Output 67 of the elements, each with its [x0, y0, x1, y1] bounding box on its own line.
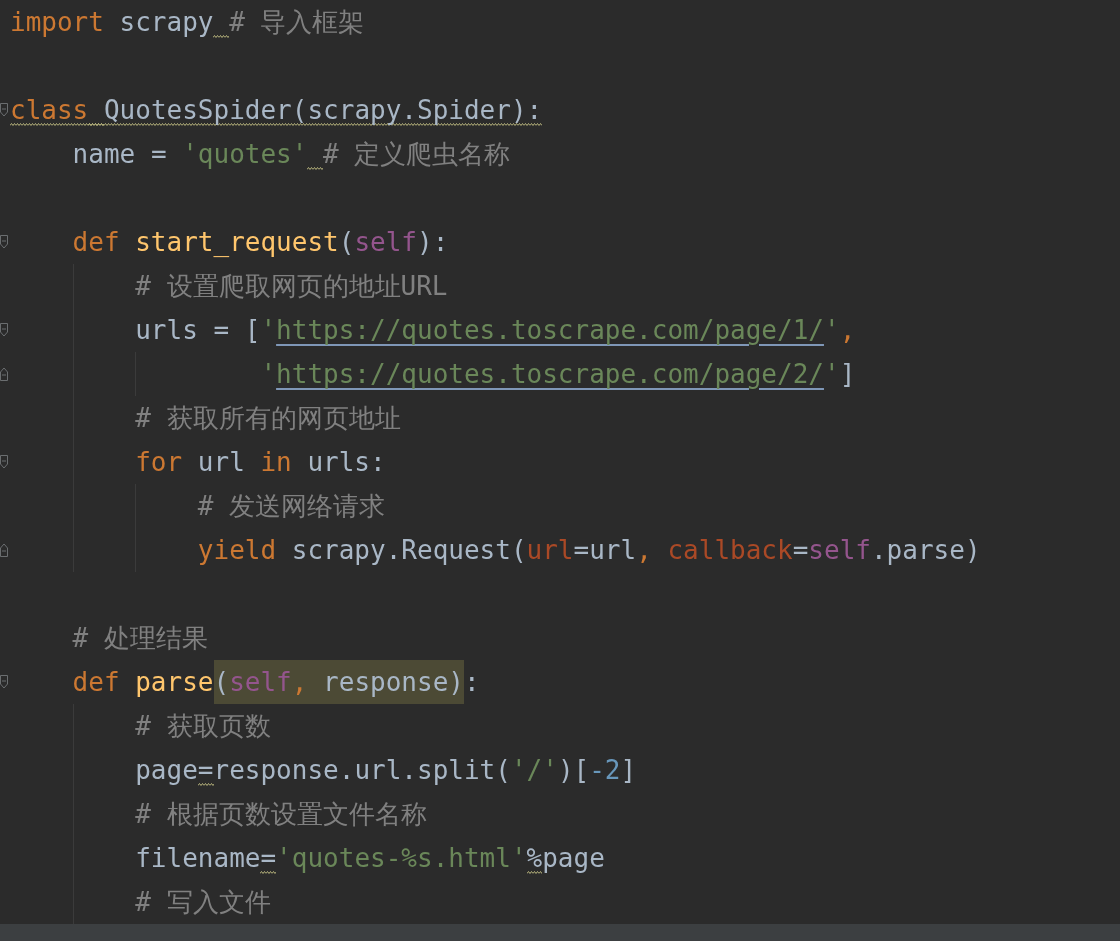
function-name: parse [135, 666, 214, 698]
fold-icon[interactable] [0, 103, 8, 117]
code-text: page [135, 754, 198, 786]
string-literal: '/' [510, 754, 558, 786]
string-literal: ' [260, 314, 277, 346]
fold-icon[interactable] [0, 455, 8, 469]
code-text: filename [135, 842, 261, 874]
code-text: url [197, 446, 246, 478]
self-keyword: self [229, 660, 292, 704]
code-comment: # 导入框架 [229, 6, 365, 38]
code-text: = [150, 138, 168, 170]
number-literal: -2 [589, 754, 621, 786]
code-text: response.url.split( [213, 754, 511, 786]
code-keyword: , [636, 534, 653, 566]
code-text: urls: [307, 446, 386, 478]
self-keyword: self [354, 226, 417, 258]
code-text: .parse) [870, 534, 981, 566]
code-text: ] [620, 754, 637, 786]
code-text: ( [338, 226, 355, 258]
code-text: = [213, 314, 231, 346]
code-comment: # 定义爬虫名称 [323, 138, 511, 170]
code-text: ) [448, 660, 464, 704]
code-keyword: in [260, 446, 293, 478]
fold-icon[interactable] [0, 323, 8, 337]
code-text: = [792, 534, 809, 566]
code-text: urls [135, 314, 199, 346]
string-literal: ' [823, 358, 840, 390]
url-string: https://quotes.toscrape.com/page/1/ [276, 314, 824, 346]
code-comment: # 处理结果 [72, 622, 208, 654]
code-keyword: def [72, 226, 121, 258]
string-literal: ' [823, 314, 840, 346]
code-keyword: import [10, 6, 105, 38]
self-keyword: self [808, 534, 871, 566]
code-keyword: def [72, 666, 121, 698]
code-text: response [323, 660, 449, 704]
string-literal: ' [260, 358, 277, 390]
string-literal: 'quotes-%s.html' [276, 842, 527, 874]
code-text: ): [417, 226, 449, 258]
fold-icon[interactable] [0, 367, 8, 381]
code-text: ( [213, 660, 230, 704]
url-string: https://quotes.toscrape.com/page/2/ [276, 358, 824, 390]
code-comment: # 获取页数 [135, 710, 271, 742]
keyword-argument: callback [667, 534, 793, 566]
code-text: [ [244, 314, 261, 346]
code-text: : [463, 666, 480, 698]
code-keyword: , [291, 660, 324, 704]
fold-icon[interactable] [0, 543, 8, 557]
code-text: =url [573, 534, 637, 566]
code-comment: # 根据页数设置文件名称 [135, 798, 427, 830]
code-comment: # 发送网络请求 [197, 490, 386, 522]
code-text: name [72, 138, 137, 170]
fold-icon[interactable] [0, 235, 8, 249]
string-literal: 'quotes' [182, 138, 324, 170]
fold-icon[interactable] [0, 675, 8, 689]
code-keyword: , [839, 314, 856, 346]
code-text: page [542, 842, 605, 874]
code-comment: # 写入文件 [135, 886, 271, 918]
code-keyword: yield [197, 534, 278, 566]
code-text: scrapy.Request( [291, 534, 527, 566]
code-keyword: for [135, 446, 184, 478]
code-text: )[ [557, 754, 590, 786]
code-comment: # 获取所有的网页地址 [135, 402, 401, 434]
code-comment: # 设置爬取网页的地址URL [135, 270, 448, 302]
function-name: start_request [135, 226, 339, 258]
code-text: scrapy [119, 6, 230, 38]
keyword-argument: url [526, 534, 574, 566]
code-text: ] [839, 358, 856, 390]
